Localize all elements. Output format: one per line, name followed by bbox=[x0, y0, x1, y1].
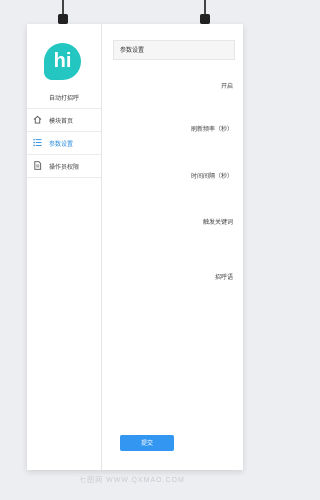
binder-clip-left bbox=[58, 0, 68, 26]
app-window: hi 自动打招呼 模块首页 参数设置 操作员权限 参数设置 开启 刷新频率（秒）… bbox=[27, 24, 243, 470]
submit-button[interactable]: 提交 bbox=[120, 435, 174, 451]
sidebar-item-home[interactable]: 模块首页 bbox=[27, 108, 101, 131]
field-label-keywords: 触发关键词 bbox=[202, 220, 233, 226]
field-label-enable: 开启 bbox=[220, 84, 233, 90]
page-title: 参数设置 bbox=[113, 40, 235, 60]
sidebar-nav: 模块首页 参数设置 操作员权限 bbox=[27, 108, 101, 178]
logo-icon: hi bbox=[44, 43, 81, 80]
field-label-greeting: 招呼语 bbox=[214, 275, 233, 281]
home-icon bbox=[33, 115, 42, 124]
document-icon bbox=[34, 161, 42, 170]
field-label-refresh-rate: 刷新频率（秒） bbox=[190, 127, 233, 133]
field-label-interval: 时间间隔（秒） bbox=[190, 174, 233, 180]
sidebar-item-label: 操作员权限 bbox=[49, 164, 80, 171]
binder-clip-right bbox=[200, 0, 210, 26]
sidebar-item-permissions[interactable]: 操作员权限 bbox=[27, 154, 101, 178]
sidebar: hi 自动打招呼 模块首页 参数设置 操作员权限 bbox=[27, 24, 102, 470]
watermark: 七图网 WWW.QXMAO.COM bbox=[79, 477, 185, 484]
sidebar-item-settings[interactable]: 参数设置 bbox=[27, 131, 101, 154]
brand-name: 自动打招呼 bbox=[48, 96, 79, 102]
sidebar-item-label: 参数设置 bbox=[49, 141, 74, 148]
sidebar-item-label: 模块首页 bbox=[49, 118, 74, 125]
main-panel: 参数设置 开启 刷新频率（秒） 时间间隔（秒） 触发关键词 招呼语 提交 bbox=[113, 40, 237, 451]
list-icon bbox=[33, 138, 42, 147]
